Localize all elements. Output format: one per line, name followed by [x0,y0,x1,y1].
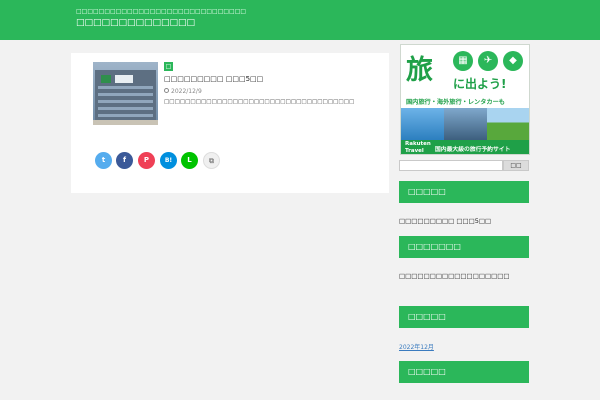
archive-link[interactable]: 2022年12月 [399,342,434,351]
recent-comments-heading: □□□□□□□ [399,236,529,258]
search-button[interactable]: □□ [503,160,529,171]
ad-headline: 旅 [406,55,433,86]
airplane-icon: ✈ [478,51,498,71]
post-date: 2022/12/9 [164,88,202,95]
ad-photo-field [487,108,529,140]
car-icon: ◆ [503,51,523,71]
facebook-share-button[interactable]: f [116,152,133,169]
building-icon: ▦ [453,51,473,71]
twitter-share-button[interactable]: t [95,152,112,169]
hatena-share-button[interactable]: B! [160,152,177,169]
recent-posts-heading: □□□□□ [399,181,529,203]
archives-heading: □□□□□ [399,306,529,328]
ad-footer-bar: Rakuten Travel 国内最大級の旅行予約サイト [401,140,529,154]
recent-post-link[interactable]: □□□□□□□□□ □□□5□□ [399,217,491,225]
site-title[interactable]: □□□□□□□□□□□□□□ [76,18,195,28]
categories-heading: □□□□□ [399,361,529,383]
category-badge[interactable]: □ [164,62,173,71]
post-thumbnail[interactable] [93,62,158,125]
ad-headline-rest: に出よう! [453,77,507,91]
search-input[interactable] [399,160,503,171]
ad-subtitle: 国内旅行・海外旅行・レンタカーも [406,99,505,106]
clock-icon [164,88,169,93]
site-header: □□□□□□□□□□□□□□□□□□□□□□□□□□□□□□ □□□□□□□□□… [0,0,600,40]
recent-comment-item: □□□□□□□□□□□□□□□□□□ [399,272,510,280]
pocket-share-button[interactable]: P [138,152,155,169]
ad-photo-beach [401,108,444,140]
ad-photo-city [444,108,487,140]
post-excerpt: □□□□□□□□□□□□□□□□□□□□□□□□□□□□□□□□□□□□ [164,99,355,105]
post-title[interactable]: □□□□□□□□□ □□□5□□ [164,75,263,83]
copy-link-button[interactable]: ⧉ [203,152,220,169]
rakuten-travel-banner[interactable]: 旅 ▦ ✈ ◆ に出よう! 国内旅行・海外旅行・レンタカーも Rakuten T… [400,44,530,155]
post-date-text: 2022/12/9 [171,88,202,95]
line-share-button[interactable]: L [181,152,198,169]
ad-footer-text: 国内最大級の旅行予約サイト [435,147,511,153]
rakuten-travel-logo: Rakuten Travel [405,141,431,154]
site-tagline: □□□□□□□□□□□□□□□□□□□□□□□□□□□□□□ [76,8,247,15]
